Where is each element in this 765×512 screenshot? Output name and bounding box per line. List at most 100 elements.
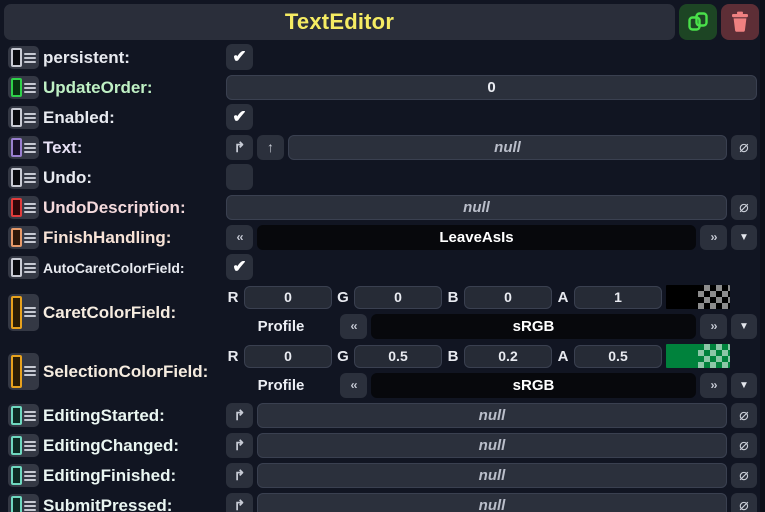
label-cell-UndoDescription: UndoDescription:	[4, 193, 226, 222]
label-cell-SubmitPressed: SubmitPressed:	[4, 491, 226, 512]
clear-null-icon[interactable]: ⌀	[731, 433, 757, 458]
goto-reference-icon[interactable]: ↱	[226, 135, 253, 160]
channel-input-G[interactable]: 0	[354, 286, 442, 309]
control-cell: ✔	[226, 103, 759, 131]
enum-prev-button[interactable]: ‹‹	[226, 225, 253, 250]
menu-icon[interactable]	[24, 81, 36, 95]
profile-prev-button[interactable]: ‹‹	[340, 314, 367, 339]
type-indicator-Enabled[interactable]	[8, 106, 39, 129]
menu-icon[interactable]	[24, 409, 36, 423]
profile-next-button[interactable]: ››	[700, 314, 727, 339]
type-indicator-EditingFinished[interactable]	[8, 464, 39, 487]
parent-reference-icon[interactable]: ↑	[257, 135, 284, 160]
type-color-swatch	[11, 108, 22, 127]
menu-icon[interactable]	[24, 439, 36, 453]
profile-value-CaretColorField[interactable]: sRGB	[371, 314, 696, 339]
property-label: CaretColorField:	[43, 304, 176, 321]
goto-reference-icon[interactable]: ↱	[226, 493, 253, 512]
type-indicator-FinishHandling[interactable]	[8, 226, 39, 249]
menu-icon[interactable]	[24, 305, 36, 319]
control-cell: ‹‹LeaveAsIs››▼	[226, 223, 759, 251]
enum-value-FinishHandling[interactable]: LeaveAsIs	[257, 225, 696, 250]
control-cell: ↱null⌀	[226, 401, 759, 429]
channel-input-A[interactable]: 1	[574, 286, 662, 309]
channel-input-B[interactable]: 0.2	[464, 345, 552, 368]
component-title-bar[interactable]: TextEditor	[4, 4, 675, 40]
menu-icon[interactable]	[24, 51, 36, 65]
event-field-EditingStarted[interactable]: null	[257, 403, 727, 428]
checkbox-Undo[interactable]	[226, 164, 253, 190]
type-indicator-Text[interactable]	[8, 136, 39, 159]
goto-reference-icon[interactable]: ↱	[226, 403, 253, 428]
panel-scroll-edge[interactable]	[760, 0, 765, 512]
label-cell-EditingChanged: EditingChanged:	[4, 431, 226, 460]
menu-icon[interactable]	[24, 111, 36, 125]
menu-icon[interactable]	[24, 201, 36, 215]
color-preview-CaretColorField[interactable]	[666, 285, 730, 309]
control-cell: null⌀	[226, 193, 759, 221]
checkbox-AutoCaretColorField[interactable]: ✔	[226, 254, 253, 280]
type-indicator-Undo[interactable]	[8, 166, 39, 189]
profile-value-SelectionColorField[interactable]: sRGB	[371, 373, 696, 398]
goto-reference-icon[interactable]: ↱	[226, 433, 253, 458]
clear-null-icon[interactable]: ⌀	[731, 493, 757, 512]
type-color-swatch	[11, 355, 22, 388]
menu-icon[interactable]	[24, 469, 36, 483]
label-cell-Text: Text:	[4, 133, 226, 162]
checkbox-Enabled[interactable]: ✔	[226, 104, 253, 130]
number-input-UpdateOrder[interactable]: 0	[226, 75, 757, 100]
property-row-EditingFinished: EditingFinished:↱null⌀	[4, 461, 759, 490]
clear-null-icon[interactable]: ⌀	[731, 403, 757, 428]
menu-icon[interactable]	[24, 261, 36, 275]
channel-input-R[interactable]: 0	[244, 345, 332, 368]
reference-field-Text[interactable]: null	[288, 135, 727, 160]
property-row-persistent: persistent:✔	[4, 43, 759, 72]
enum-next-button[interactable]: ››	[700, 225, 727, 250]
profile-prev-button[interactable]: ‹‹	[340, 373, 367, 398]
type-indicator-UndoDescription[interactable]	[8, 196, 39, 219]
goto-reference-icon[interactable]: ↱	[226, 463, 253, 488]
channel-input-B[interactable]: 0	[464, 286, 552, 309]
color-preview-SelectionColorField[interactable]	[666, 344, 730, 368]
menu-icon[interactable]	[24, 364, 36, 378]
control-cell: R0G0.5B0.2A0.5Profile‹‹sRGB››▼	[226, 342, 759, 399]
menu-icon[interactable]	[24, 231, 36, 245]
duplicate-button[interactable]	[679, 4, 717, 40]
chevron-down-icon[interactable]: ▼	[731, 314, 757, 339]
type-indicator-persistent[interactable]	[8, 46, 39, 69]
control-cell: ↱null⌀	[226, 431, 759, 459]
channel-input-R[interactable]: 0	[244, 286, 332, 309]
type-indicator-SelectionColorField[interactable]	[8, 353, 39, 390]
type-indicator-EditingStarted[interactable]	[8, 404, 39, 427]
type-indicator-EditingChanged[interactable]	[8, 434, 39, 457]
event-field-EditingFinished[interactable]: null	[257, 463, 727, 488]
color-property-rows: CaretColorField:R0G0B0A1Profile‹‹sRGB››▼…	[4, 283, 759, 400]
text-input-UndoDescription[interactable]: null	[226, 195, 727, 220]
channel-input-A[interactable]: 0.5	[574, 345, 662, 368]
clear-null-icon[interactable]: ⌀	[731, 463, 757, 488]
control-cell: 0	[226, 73, 759, 101]
clear-null-icon[interactable]: ⌀	[731, 195, 757, 220]
type-indicator-SubmitPressed[interactable]	[8, 494, 39, 512]
menu-icon[interactable]	[24, 141, 36, 155]
delete-button[interactable]	[721, 4, 759, 40]
chevron-down-icon[interactable]: ▼	[731, 225, 757, 250]
event-field-SubmitPressed[interactable]: null	[257, 493, 727, 512]
menu-icon[interactable]	[24, 499, 36, 512]
type-indicator-AutoCaretColorField[interactable]	[8, 256, 39, 279]
channel-input-G[interactable]: 0.5	[354, 345, 442, 368]
property-row-UndoDescription: UndoDescription:null⌀	[4, 193, 759, 222]
label-cell-persistent: persistent:	[4, 43, 226, 72]
event-field-EditingChanged[interactable]: null	[257, 433, 727, 458]
clear-null-icon[interactable]: ⌀	[731, 135, 757, 160]
channel-label-A: A	[556, 289, 570, 306]
chevron-down-icon[interactable]: ▼	[731, 373, 757, 398]
profile-next-button[interactable]: ››	[700, 373, 727, 398]
type-color-swatch	[11, 436, 22, 455]
type-color-swatch	[11, 138, 22, 157]
menu-icon[interactable]	[24, 171, 36, 185]
type-indicator-UpdateOrder[interactable]	[8, 76, 39, 99]
panel-header: TextEditor	[4, 4, 759, 40]
checkbox-persistent[interactable]: ✔	[226, 44, 253, 70]
type-indicator-CaretColorField[interactable]	[8, 294, 39, 331]
